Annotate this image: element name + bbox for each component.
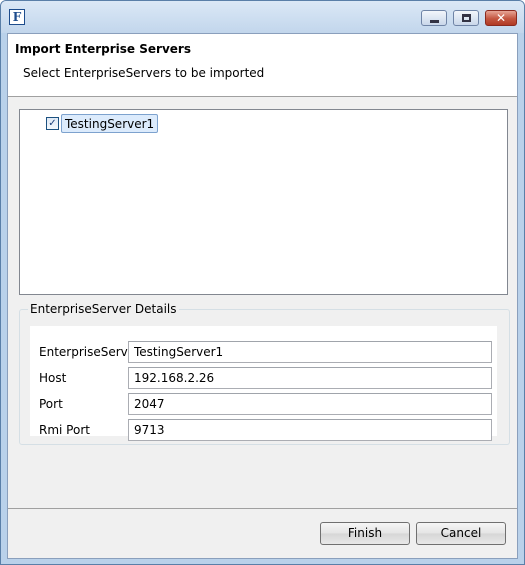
details-group: EnterpriseServer Details EnterpriseServe… <box>19 302 510 445</box>
cancel-button[interactable]: Cancel <box>416 522 506 545</box>
enterprise-server-field[interactable] <box>128 341 492 363</box>
rmi-port-field[interactable] <box>128 419 492 441</box>
footer-divider <box>8 508 517 509</box>
title-bar[interactable]: F ✕ <box>1 1 524 33</box>
dialog-header: Import Enterprise Servers Select Enterpr… <box>8 34 517 97</box>
close-icon: ✕ <box>495 11 507 25</box>
host-field[interactable] <box>128 367 492 389</box>
dialog-body: Import Enterprise Servers Select Enterpr… <box>7 33 518 559</box>
rmi-port-label: Rmi Port <box>39 423 90 437</box>
port-label: Port <box>39 397 63 411</box>
enterprise-server-label: EnterpriseServer <box>39 345 141 359</box>
close-button[interactable]: ✕ <box>485 10 517 26</box>
minimize-button[interactable] <box>421 10 447 26</box>
finish-button[interactable]: Finish <box>320 522 410 545</box>
import-dialog-window: F ✕ Import Enterprise Servers Select Ent… <box>0 0 525 565</box>
tree-item-label[interactable]: TestingServer1 <box>61 114 159 133</box>
maximize-button[interactable] <box>453 10 479 26</box>
page-title: Import Enterprise Servers <box>15 42 191 56</box>
maximize-icon <box>462 14 471 22</box>
details-panel: EnterpriseServer Host Port Rmi Port <box>30 326 497 441</box>
app-icon: F <box>9 9 25 25</box>
details-group-legend: EnterpriseServer Details <box>28 302 179 316</box>
host-label: Host <box>39 371 67 385</box>
port-field[interactable] <box>128 393 492 415</box>
page-description: Select EnterpriseServers to be imported <box>23 66 265 80</box>
server-tree[interactable]: ✓ TestingServer1 <box>19 109 508 295</box>
tree-item-checkbox[interactable]: ✓ <box>46 117 59 130</box>
minimize-icon <box>430 20 439 23</box>
